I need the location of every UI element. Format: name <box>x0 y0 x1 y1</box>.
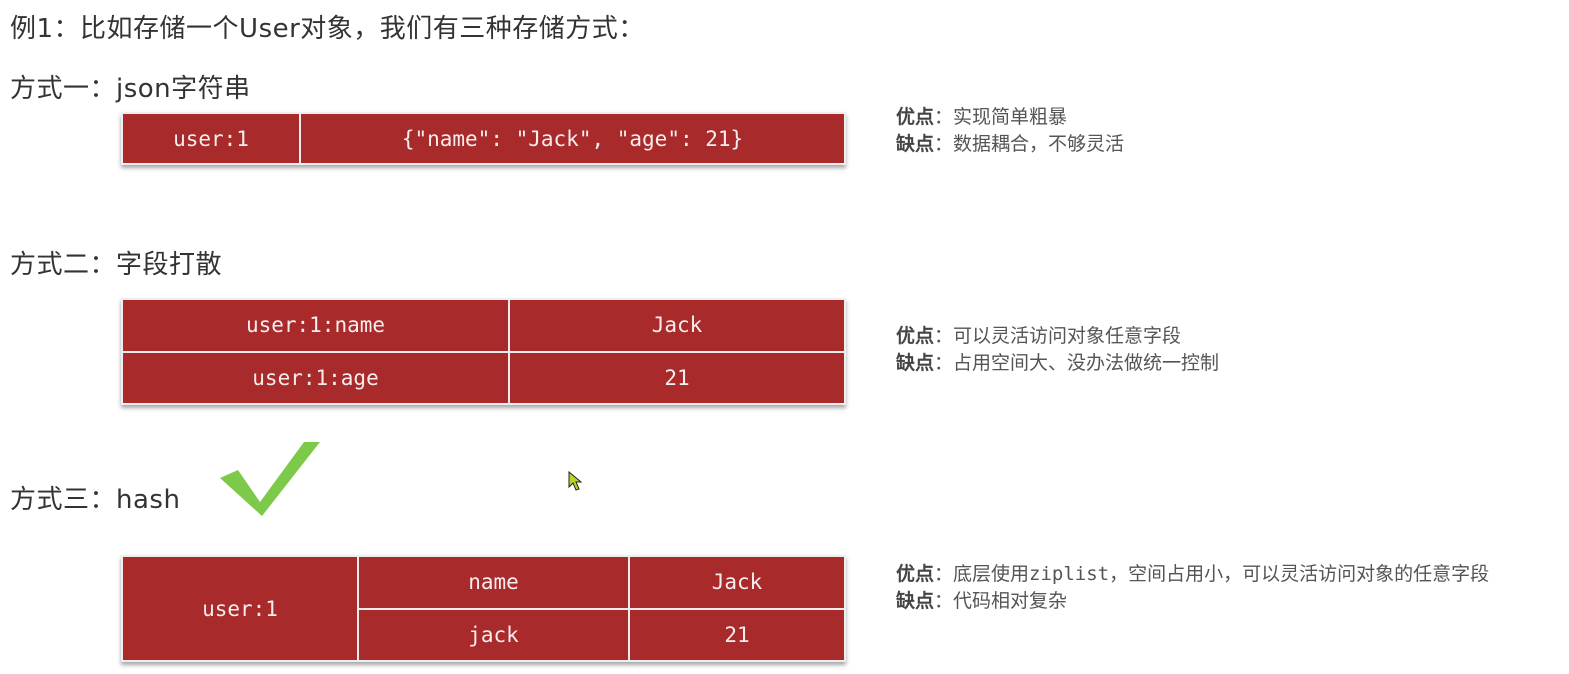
method-3-heading: 方式三：hash <box>10 485 181 515</box>
table-cell-key: user:1 <box>121 112 301 165</box>
table-row: user:1:name Jack <box>121 298 846 353</box>
cons-label: 缺点 <box>896 133 935 155</box>
table-row: user:1:age 21 <box>121 350 846 405</box>
method-2-notes: 优点：可以灵活访问对象任意字段 缺点：占用空间大、没办法做统一控制 <box>896 323 1219 377</box>
pros-text-prefix: ：底层使用 <box>934 563 1030 585</box>
table-cell-key: user:1:age <box>121 350 510 405</box>
pros-label: 优点 <box>896 106 935 128</box>
method-1-notes: 优点：实现简单粗暴 缺点：数据耦合，不够灵活 <box>896 104 1124 158</box>
mouse-cursor-icon <box>568 471 582 491</box>
pros-text-suffix: ，空间占用小，可以灵活访问对象的任意字段 <box>1109 563 1490 585</box>
cons-line: 缺点：占用空间大、没办法做统一控制 <box>896 350 1219 377</box>
table-row: user:1 {"name": "Jack", "age": 21} <box>121 112 846 165</box>
table-cell-value: {"name": "Jack", "age": 21} <box>299 112 846 165</box>
page-title: 例1：比如存储一个User对象，我们有三种存储方式： <box>10 14 645 44</box>
cons-text: ：代码相对复杂 <box>934 590 1068 612</box>
method-1-heading: 方式一：json字符串 <box>10 74 251 104</box>
cons-label: 缺点 <box>896 590 935 612</box>
pros-line: 优点：实现简单粗暴 <box>896 104 1124 131</box>
field-split-table: user:1:name Jack user:1:age 21 <box>121 298 846 405</box>
hash-table: user:1 name Jack jack 21 <box>121 555 846 662</box>
pros-label: 优点 <box>896 563 935 585</box>
hash-key-cell: user:1 <box>121 555 359 662</box>
method-2-heading: 方式二：字段打散 <box>10 250 223 280</box>
hash-value-cell: 21 <box>628 607 846 662</box>
cons-text: ：占用空间大、没办法做统一控制 <box>934 352 1220 374</box>
pros-text: ：实现简单粗暴 <box>934 106 1068 128</box>
json-string-table: user:1 {"name": "Jack", "age": 21} <box>121 112 846 165</box>
cons-label: 缺点 <box>896 352 935 374</box>
pros-code: ziplist <box>1029 563 1110 585</box>
table-row: user:1 name Jack <box>121 555 846 662</box>
cons-text: ：数据耦合，不够灵活 <box>934 133 1125 155</box>
method-3-notes: 优点：底层使用ziplist，空间占用小，可以灵活访问对象的任意字段 缺点：代码… <box>896 561 1489 615</box>
hash-value-cell: Jack <box>628 555 846 610</box>
hash-field-cell: jack <box>357 607 630 662</box>
pros-line: 优点：底层使用ziplist，空间占用小，可以灵活访问对象的任意字段 <box>896 561 1489 588</box>
cons-line: 缺点：代码相对复杂 <box>896 588 1489 615</box>
pros-text: ：可以灵活访问对象任意字段 <box>934 325 1182 347</box>
table-cell-value: 21 <box>508 350 846 405</box>
pros-label: 优点 <box>896 325 935 347</box>
table-cell-key: user:1:name <box>121 298 510 353</box>
pros-line: 优点：可以灵活访问对象任意字段 <box>896 323 1219 350</box>
checkmark-icon <box>220 442 320 516</box>
table-cell-value: Jack <box>508 298 846 353</box>
cons-line: 缺点：数据耦合，不够灵活 <box>896 131 1124 158</box>
hash-field-cell: name <box>357 555 630 610</box>
